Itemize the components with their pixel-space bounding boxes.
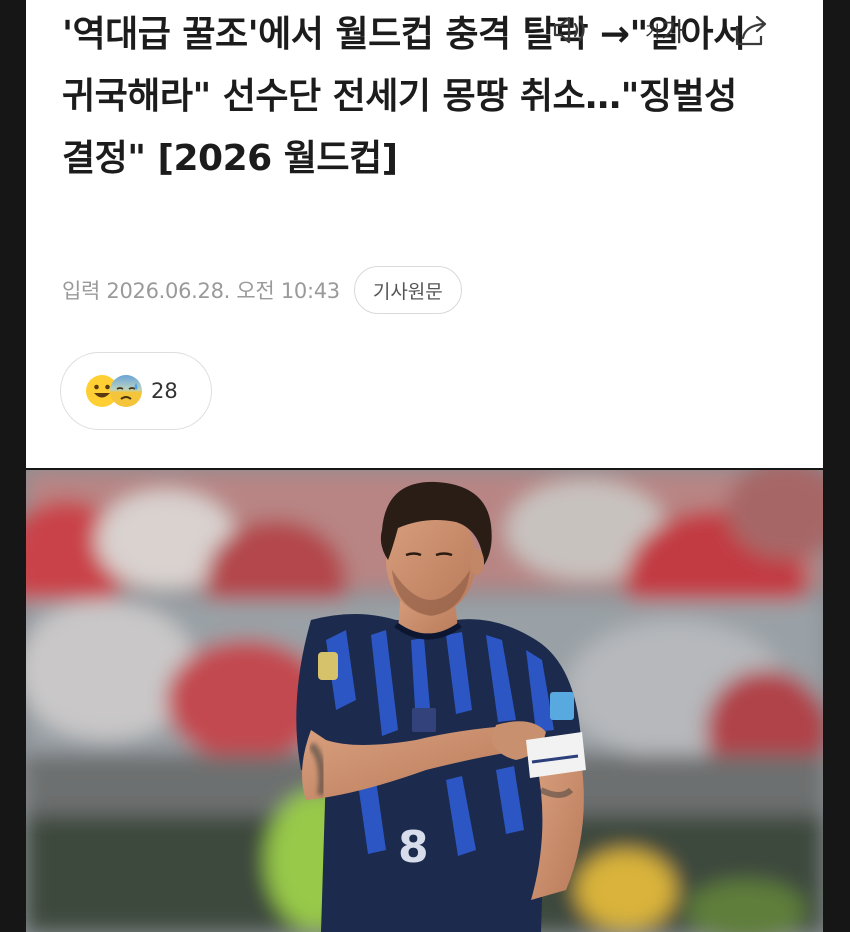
original-article-button[interactable]: 기사원문 — [353, 266, 462, 314]
article-meta: 입력 2026.06.28. 오전 10:43 기사원문 — [62, 264, 462, 316]
jersey-number: 8 — [398, 822, 429, 873]
reaction-count: 28 — [151, 379, 178, 403]
font-size-small-label: 가 — [645, 22, 661, 43]
article-header-card: '역대급 꿀조'에서 월드컵 충격 탈락 →"알아서 귀국해라" 선수단 전세기… — [26, 0, 823, 468]
player-photo-illustration: 8 — [26, 470, 823, 932]
sad-sweat-face-icon — [109, 374, 143, 408]
input-date: 입력 2026.06.28. 오전 10:43 — [62, 279, 340, 303]
font-size-large-label: 가 — [660, 17, 685, 48]
share-icon[interactable] — [726, 0, 776, 60]
screenshot-frame: '역대급 꿀조'에서 월드컵 충격 탈락 →"알아서 귀국해라" 선수단 전세기… — [0, 0, 850, 932]
article-photo: 8 — [26, 470, 823, 932]
font-size-button[interactable]: 가 가 — [630, 0, 700, 60]
speaker-icon[interactable] — [546, 0, 596, 60]
reaction-button[interactable]: 28 — [60, 352, 212, 430]
